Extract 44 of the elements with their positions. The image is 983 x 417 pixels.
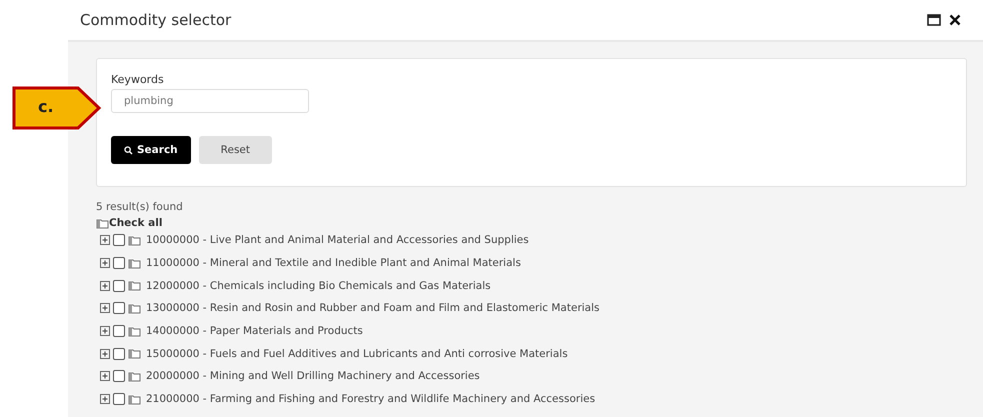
folder-icon [128,370,141,382]
search-icon [124,146,133,154]
dialog-title: Commodity selector [80,11,232,29]
commodity-item[interactable]: 10000000 - Live Plant and Animal Material and Accessories and Supplies [146,234,529,246]
commodity-item[interactable]: 11000000 - Mineral and Textile and Inedible Plant and Animal Materials [146,257,521,270]
expand-icon[interactable] [100,258,110,268]
commodity-item[interactable]: 14000000 - Paper Materials and Products [146,325,363,338]
expand-icon[interactable] [100,303,110,314]
folder-icon [128,348,141,360]
callout-label: c. [38,97,54,116]
folder-icon [128,258,141,269]
checkbox[interactable] [113,234,125,246]
commodity-item[interactable]: 15000000 - Fuels and Fuel Additives and Lubricants and Anti corrosive Materials [146,348,568,360]
search-button[interactable]: Search [111,136,191,164]
checkbox[interactable] [113,348,125,360]
commodity-item[interactable]: 21000000 - Farming and Fishing and Forestry and Wildlife Machinery and Accessories [146,393,596,406]
commodity-item[interactable]: 12000000 - Chemicals including Bio Chemicals and Gas Materials [146,280,491,292]
keywords-label: Keywords [111,73,165,86]
checkbox[interactable] [113,302,125,314]
checkbox[interactable] [113,370,125,382]
expand-icon[interactable] [100,326,110,336]
close-icon[interactable] [949,14,961,26]
checkbox[interactable] [113,280,125,292]
expand-icon[interactable] [100,348,110,359]
folder-icon [128,326,141,337]
expand-icon[interactable] [100,280,110,291]
checkbox[interactable] [113,325,125,338]
reset-button[interactable]: Reset [198,136,272,164]
expand-icon[interactable] [100,394,110,404]
keywords-field[interactable]: plumbing [111,89,309,113]
expand-icon[interactable] [100,371,110,382]
checkbox[interactable] [113,393,125,406]
expand-icon[interactable] [100,235,110,246]
check-all-link[interactable]: Check all [109,217,162,229]
checkbox[interactable] [113,257,125,270]
folder-icon [128,302,141,314]
commodity-item[interactable]: 13000000 - Resin and Rosin and Rubber and Foam and Film and Elastomeric Materials [146,302,600,314]
folder-icon [128,234,141,246]
folder-icon [128,280,141,292]
commodity-item[interactable]: 20000000 - Mining and Well Drilling Machinery and Accessories [146,370,480,382]
maximize-icon[interactable] [927,14,941,26]
folder-icon [96,218,109,228]
folder-icon [128,394,141,405]
result-count: 5 result(s) found [96,201,184,213]
